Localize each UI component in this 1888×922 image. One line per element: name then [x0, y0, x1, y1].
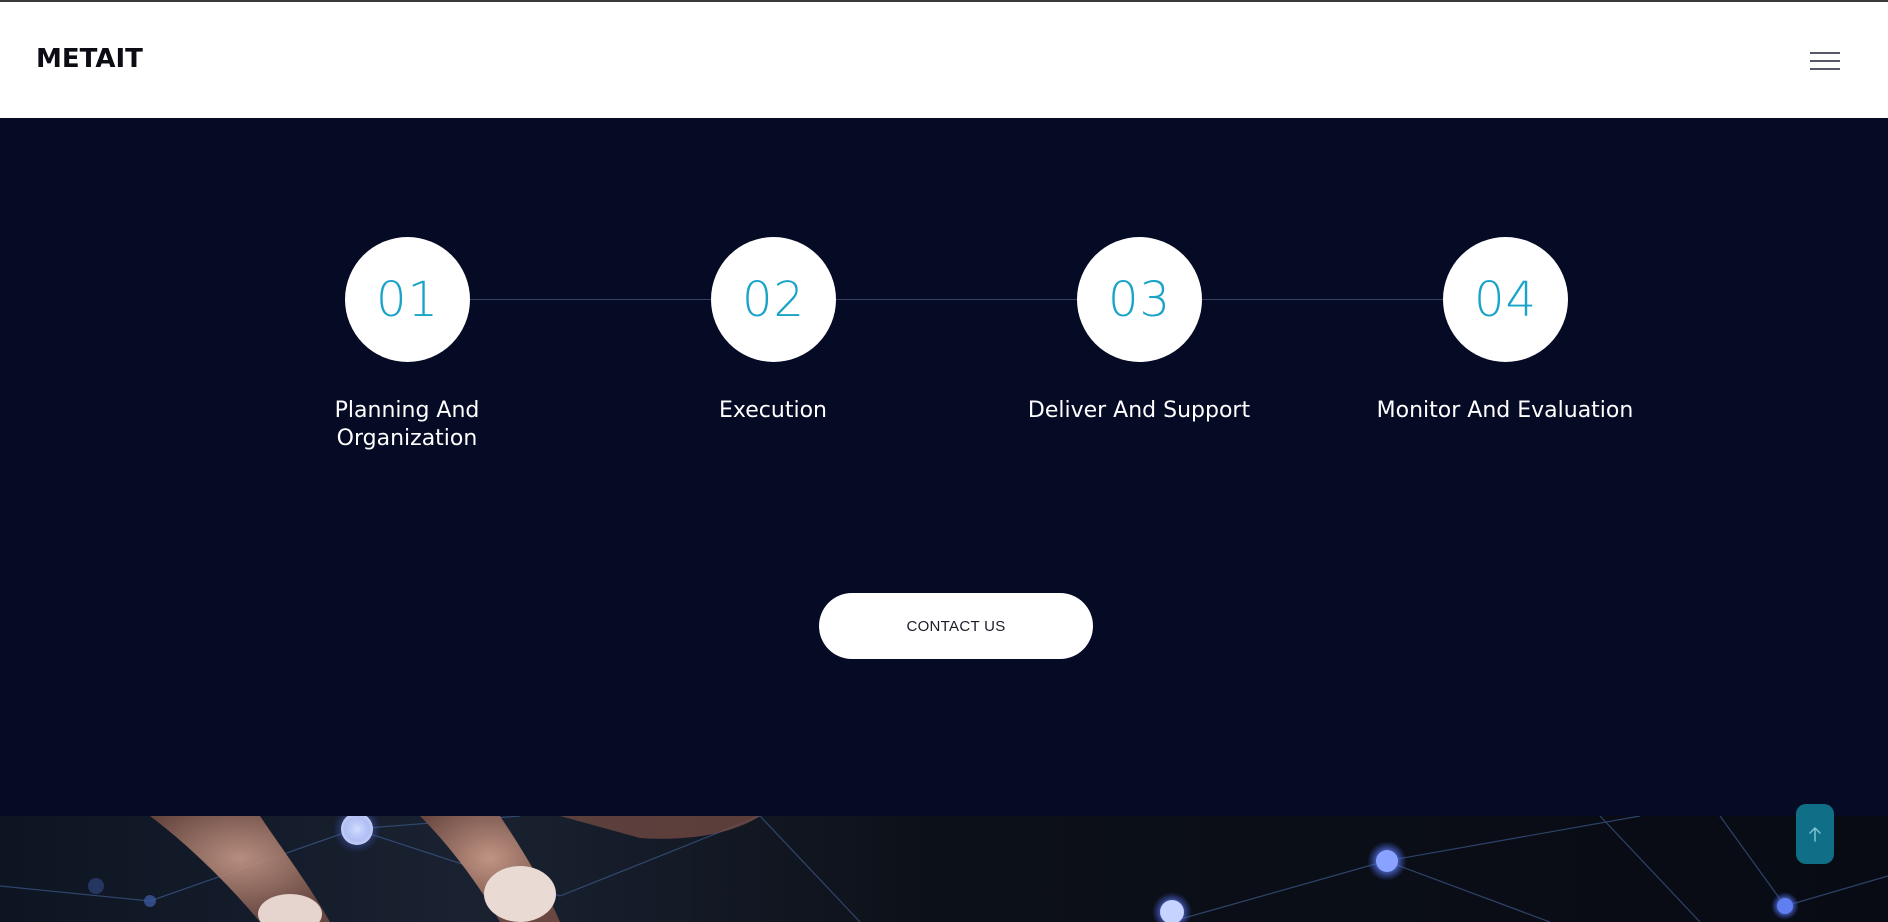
steps-connector-line: [407, 299, 1505, 300]
step-number: 03: [1107, 271, 1172, 328]
step-number-circle: 02: [711, 237, 836, 362]
site-logo[interactable]: METAIT: [36, 44, 143, 74]
scroll-to-top-button[interactable]: [1796, 804, 1834, 864]
process-section: 01 Planning And Organization 02 Executio…: [0, 118, 1888, 816]
site-header: METAIT: [0, 2, 1888, 118]
network-hands-image: [0, 816, 1888, 922]
step-number: 01: [375, 271, 440, 328]
contact-us-button[interactable]: CONTACT US: [819, 593, 1093, 659]
step-label: Planning And Organization: [334, 398, 480, 451]
step-label: Execution: [719, 398, 827, 423]
step-number: 02: [741, 271, 806, 328]
step-number-circle: 01: [345, 237, 470, 362]
step-number-circle: 03: [1077, 237, 1202, 362]
hamburger-menu-icon[interactable]: [1810, 50, 1840, 72]
step-label: Deliver And Support: [1027, 398, 1251, 423]
step-number: 04: [1473, 271, 1538, 328]
arrow-up-icon: [1809, 827, 1821, 842]
step-label: Monitor And Evaluation: [1376, 398, 1634, 423]
step-number-circle: 04: [1443, 237, 1568, 362]
